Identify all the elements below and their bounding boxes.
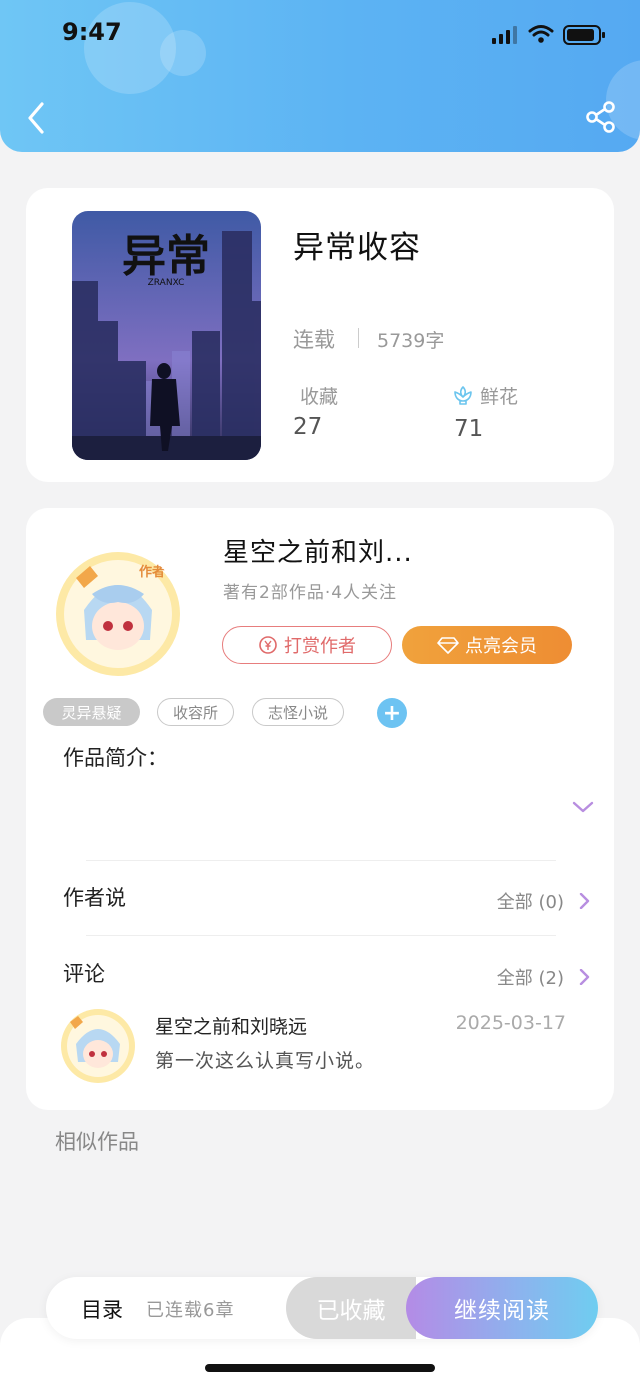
- toc-button[interactable]: 目录: [81, 1294, 123, 1324]
- tag-item[interactable]: 志怪小说: [252, 698, 344, 726]
- flower-icon: [454, 386, 472, 405]
- chevron-right-icon: [579, 893, 590, 909]
- intro-heading: 作品简介：: [63, 746, 168, 770]
- comment-date: 2025-03-17: [455, 1012, 566, 1034]
- collected-button[interactable]: 已收藏: [286, 1277, 416, 1339]
- tag-item[interactable]: 灵异悬疑: [43, 698, 140, 726]
- continue-reading-button[interactable]: 继续阅读: [406, 1277, 598, 1339]
- battery-icon: [563, 25, 605, 45]
- comments-heading: 评论: [63, 962, 105, 986]
- flowers-count: 71: [454, 416, 484, 442]
- share-icon[interactable]: [584, 100, 618, 134]
- comments-all-link[interactable]: 全部 (2): [497, 962, 592, 992]
- author-card: 作者 星空之前和刘... 著有2部作品·4人关注 打赏作者 点亮会员 灵异悬疑 …: [26, 508, 614, 1110]
- home-indicator: [205, 1364, 435, 1372]
- collected-label: 已收藏: [316, 1298, 386, 1324]
- chevron-right-icon: [579, 969, 590, 985]
- diamond-icon: [437, 637, 459, 654]
- comment-username[interactable]: 星空之前和刘晓远: [155, 1012, 307, 1039]
- vip-label: 点亮会员: [465, 636, 537, 657]
- vip-button[interactable]: 点亮会员: [402, 626, 572, 664]
- divider: [86, 935, 556, 936]
- favorites-count: 27: [293, 414, 323, 440]
- flowers-label: 鲜花: [480, 386, 519, 408]
- book-cover[interactable]: 异常 ZRANXC: [72, 211, 261, 460]
- continue-reading-label: 继续阅读: [454, 1298, 550, 1324]
- comment-text: 第一次这么认真写小说。: [155, 1050, 376, 1072]
- add-tag-button[interactable]: +: [377, 698, 407, 728]
- signal-icon: [492, 38, 496, 44]
- cover-title: 异常: [122, 231, 210, 282]
- commenter-avatar[interactable]: [60, 1008, 136, 1084]
- author-says-heading: 作者说: [63, 886, 126, 910]
- author-name[interactable]: 星空之前和刘...: [223, 532, 413, 569]
- yuan-coin-icon: [259, 636, 277, 654]
- word-count: 5739字: [377, 330, 445, 352]
- book-title: 异常收容: [293, 230, 421, 266]
- chevron-down-icon[interactable]: [572, 800, 594, 814]
- similar-works-heading: 相似作品: [55, 1130, 139, 1154]
- favorites-label: 收藏: [300, 386, 339, 408]
- divider: [86, 860, 556, 861]
- tag-item[interactable]: 收容所: [157, 698, 234, 726]
- status-time: 9:47: [62, 18, 122, 46]
- tip-author-label: 打赏作者: [284, 636, 356, 657]
- author-says-all-label: 全部 (0): [496, 892, 564, 913]
- author-avatar[interactable]: 作者: [54, 550, 182, 678]
- wifi-icon: [528, 25, 554, 37]
- status-icons: [492, 25, 605, 45]
- comments-all-label: 全部 (2): [496, 968, 564, 989]
- bottom-action-bar: 目录 已连载6章 已收藏 继续阅读: [46, 1277, 598, 1339]
- author-badge: 作者: [139, 564, 165, 580]
- status-divider: [358, 328, 359, 348]
- book-info-card: 异常 ZRANXC 异常收容 连载 5739字 收藏 27 鲜花 71: [26, 188, 614, 482]
- book-status: 连载: [293, 328, 335, 352]
- cover-subtitle: ZRANXC: [148, 278, 185, 288]
- tip-author-button[interactable]: 打赏作者: [222, 626, 392, 664]
- chapter-count[interactable]: 已连载6章: [146, 1296, 234, 1322]
- top-header: 9:47: [0, 0, 640, 152]
- back-icon[interactable]: [20, 98, 56, 138]
- author-says-all-link[interactable]: 全部 (0): [497, 886, 592, 916]
- author-meta: 著有2部作品·4人关注: [223, 583, 398, 603]
